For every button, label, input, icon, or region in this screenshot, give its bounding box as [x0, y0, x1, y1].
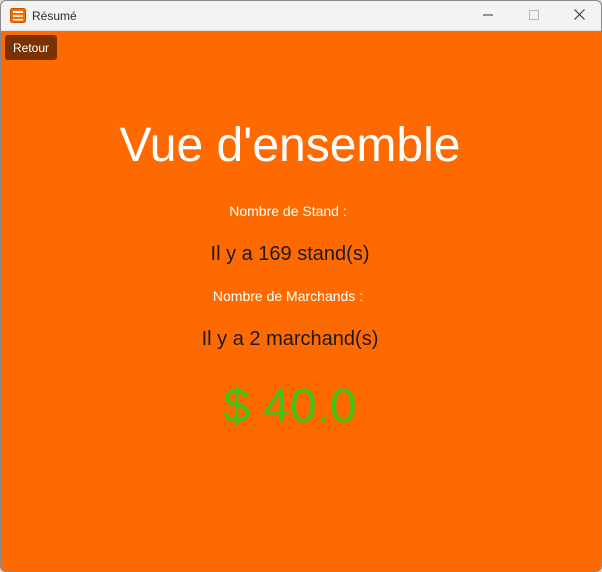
stands-count-value: Il y a 169 stand(s): [210, 243, 370, 265]
minimize-icon: [483, 7, 493, 25]
close-icon: [573, 7, 585, 25]
maximize-icon: [529, 7, 539, 25]
window-title: Résumé: [32, 9, 77, 23]
total-amount: $ 40.0: [223, 380, 357, 433]
merchants-count-value: Il y a 2 marchand(s): [201, 328, 379, 350]
merchants-count-label: Nombre de Marchands :: [212, 288, 364, 304]
app-window: Résumé Retour Vue d'ensemble Nombre de S…: [0, 0, 602, 572]
back-button[interactable]: Retour: [5, 35, 57, 60]
close-button[interactable]: [556, 1, 601, 30]
title-bar[interactable]: Résumé: [1, 1, 601, 31]
app-icon: [10, 8, 26, 23]
page-title: Vue d'ensemble: [119, 119, 461, 172]
stands-count-label: Nombre de Stand :: [229, 203, 347, 219]
maximize-button[interactable]: [511, 1, 557, 30]
minimize-button[interactable]: [465, 1, 511, 30]
summary-panel: Retour Vue d'ensemble Nombre de Stand : …: [1, 31, 601, 571]
